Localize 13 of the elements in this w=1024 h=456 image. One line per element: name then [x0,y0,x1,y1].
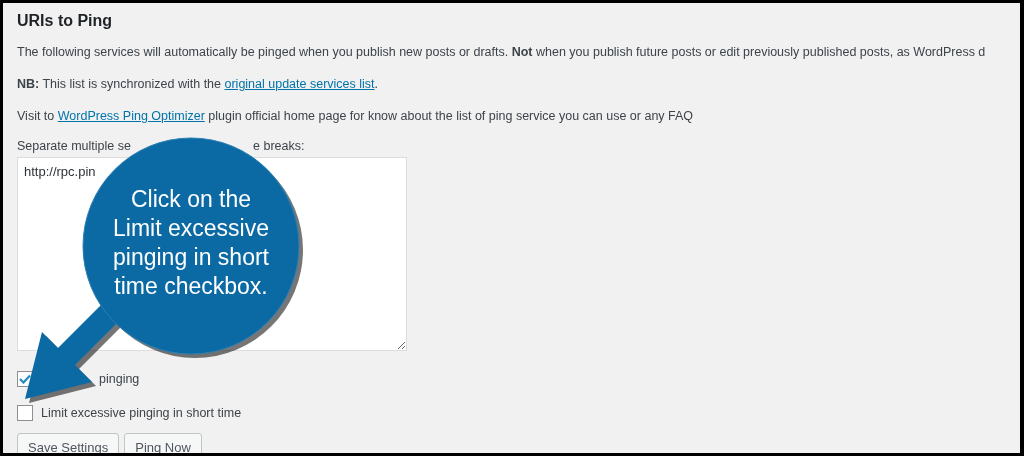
section-title: URIs to Ping [17,11,114,31]
link[interactable]: original update services list [224,77,375,91]
field-label: e breaks: [253,138,305,155]
checkmark-icon [19,374,31,385]
checkbox-label: pinging [99,371,140,388]
paragraph: The following services will automatically be pinged when you publish new posts or drafts. Not when you publish future posts or edit previously published posts, as WordPress d [17,44,987,61]
checkbox[interactable] [17,405,33,422]
callout-text: Click on the Limit excessive pinging in short time checkbox. [112,185,270,301]
field-label: Separate multiple se [17,138,132,155]
paragraph: Visit to WordPress Ping Optimizer plugin official home page for know about the list of ping service you can use or any FAQ [17,108,695,125]
checkbox-label: Limit excessive pinging in short time [41,404,242,422]
paragraph: NB: This list is synchronized with the original update services list. [17,76,380,93]
link[interactable]: WordPress Ping Optimizer [57,109,205,123]
